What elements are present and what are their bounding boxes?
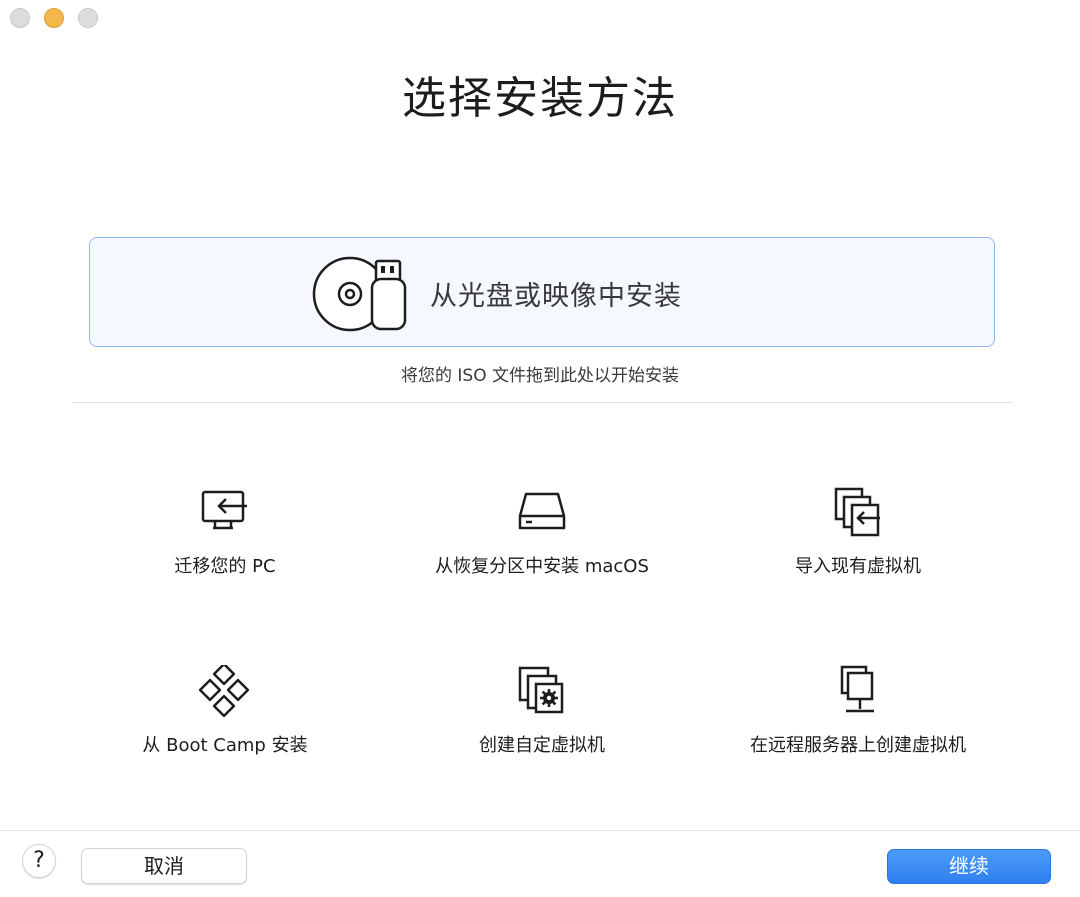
option-label: 导入现有虚拟机 (795, 556, 921, 577)
section-divider (72, 402, 1012, 403)
disc-usb-icon (312, 256, 407, 332)
option-import-vm[interactable]: 导入现有虚拟机 (698, 486, 1018, 596)
option-label: 迁移您的 PC (174, 556, 276, 577)
migrate-pc-icon (201, 490, 247, 530)
option-boot-camp[interactable]: 从 Boot Camp 安装 (65, 665, 385, 775)
option-migrate-pc[interactable]: 迁移您的 PC (65, 486, 385, 596)
drop-zone-label: 从光盘或映像中安装 (430, 281, 682, 312)
continue-button[interactable]: 继续 (887, 849, 1051, 884)
disk-drive-icon (518, 492, 566, 530)
close-window-button[interactable] (10, 8, 30, 28)
help-button[interactable]: ? (22, 844, 56, 878)
option-label: 在远程服务器上创建虚拟机 (750, 735, 966, 756)
boot-camp-icon (199, 665, 250, 717)
option-label: 创建自定虚拟机 (479, 735, 605, 756)
option-label: 从恢复分区中安装 macOS (435, 556, 649, 577)
option-custom-vm[interactable]: 创建自定虚拟机 (382, 665, 702, 775)
zoom-window-button[interactable] (78, 8, 98, 28)
import-vm-icon (834, 487, 880, 537)
option-recovery-partition[interactable]: 从恢复分区中安装 macOS (382, 486, 702, 596)
drop-zone-hint: 将您的 ISO 文件拖到此处以开始安装 (401, 366, 679, 386)
footer-divider (0, 830, 1080, 831)
window-controls (10, 8, 98, 28)
option-label: 从 Boot Camp 安装 (142, 735, 308, 756)
install-from-disc-drop-zone[interactable]: 从光盘或映像中安装 (89, 237, 995, 347)
cancel-button[interactable]: 取消 (81, 848, 247, 884)
option-remote-server[interactable]: 在远程服务器上创建虚拟机 (698, 665, 1018, 775)
minimize-window-button[interactable] (44, 8, 64, 28)
remote-server-icon (840, 665, 874, 713)
page-title: 选择安装方法 (402, 73, 678, 124)
custom-vm-icon (518, 666, 564, 714)
